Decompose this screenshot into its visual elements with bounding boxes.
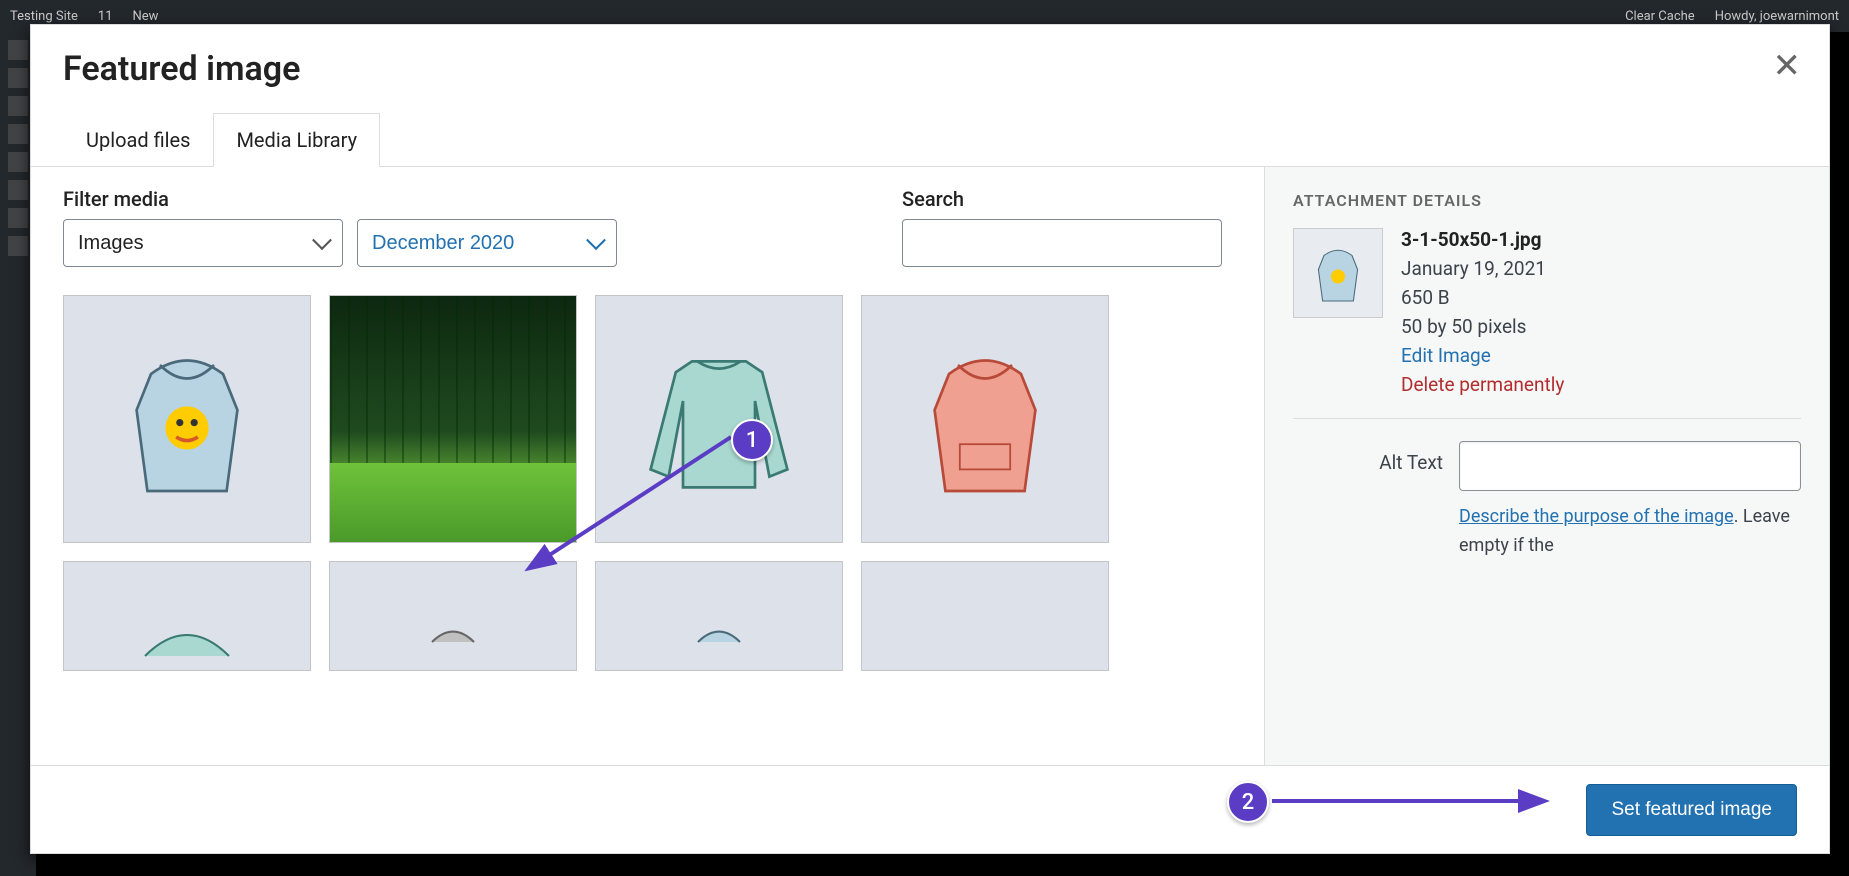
media-grid [63,295,1232,671]
close-button[interactable]: ✕ [1773,49,1802,83]
edit-image-link[interactable]: Edit Image [1401,344,1564,367]
modal-footer: Set featured image [31,765,1829,853]
media-item-partial-2[interactable] [329,561,577,671]
attachment-details-heading: ATTACHMENT DETAILS [1293,191,1801,210]
filter-date-select[interactable]: December 2020 [357,219,617,267]
modal-tabs: Upload files Media Library [31,113,1829,167]
tab-upload-files[interactable]: Upload files [63,113,213,166]
media-item-hoodie-red[interactable] [861,295,1109,543]
alt-text-input[interactable] [1459,441,1801,491]
admin-bar-comments[interactable]: 11 [98,9,113,24]
media-item-partial-4[interactable] [861,561,1109,671]
attachment-details-sidebar: ATTACHMENT DETAILS 3-1-50x50-1.jpg Janua… [1264,167,1829,765]
filter-media-label: Filter media [63,187,617,211]
attachment-filename: 3-1-50x50-1.jpg [1401,228,1564,251]
filter-type-select[interactable]: Images [63,219,343,267]
annotation-2-badge: 2 [1227,781,1269,823]
media-item-partial-1[interactable] [63,561,311,671]
delete-permanently-link[interactable]: Delete permanently [1401,373,1564,396]
modal-title: Featured image [63,49,1797,89]
search-label: Search [902,187,1222,211]
attachment-date: January 19, 2021 [1401,257,1564,280]
attachment-filesize: 650 B [1401,286,1564,309]
admin-bar-new[interactable]: New [133,9,159,24]
describe-purpose-link[interactable]: Describe the purpose of the image [1459,506,1734,527]
featured-image-modal: Featured image ✕ Upload files Media Libr… [30,24,1830,854]
attachment-dimensions: 50 by 50 pixels [1401,315,1564,338]
media-item-longsleeve-teal[interactable] [595,295,843,543]
modal-header: Featured image ✕ [31,25,1829,89]
attachment-thumbnail [1293,228,1383,318]
admin-bar-howdy[interactable]: Howdy, joewarnimont [1715,9,1839,24]
set-featured-image-button[interactable]: Set featured image [1586,784,1797,836]
alt-text-label: Alt Text [1293,441,1443,474]
close-icon: ✕ [1773,46,1802,86]
media-item-partial-3[interactable] [595,561,843,671]
media-item-hoodie-blue[interactable] [63,295,311,543]
alt-text-note: Describe the purpose of the image. Leave… [1459,503,1801,561]
admin-bar-site[interactable]: Testing Site [10,9,78,24]
search-input[interactable] [902,219,1222,267]
media-item-forest[interactable] [329,295,577,543]
admin-bar-clear-cache[interactable]: Clear Cache [1625,9,1695,24]
tab-media-library[interactable]: Media Library [213,113,380,167]
annotation-1-badge: 1 [731,419,773,461]
media-library-panel: Filter media Images December 2020 [31,167,1264,765]
